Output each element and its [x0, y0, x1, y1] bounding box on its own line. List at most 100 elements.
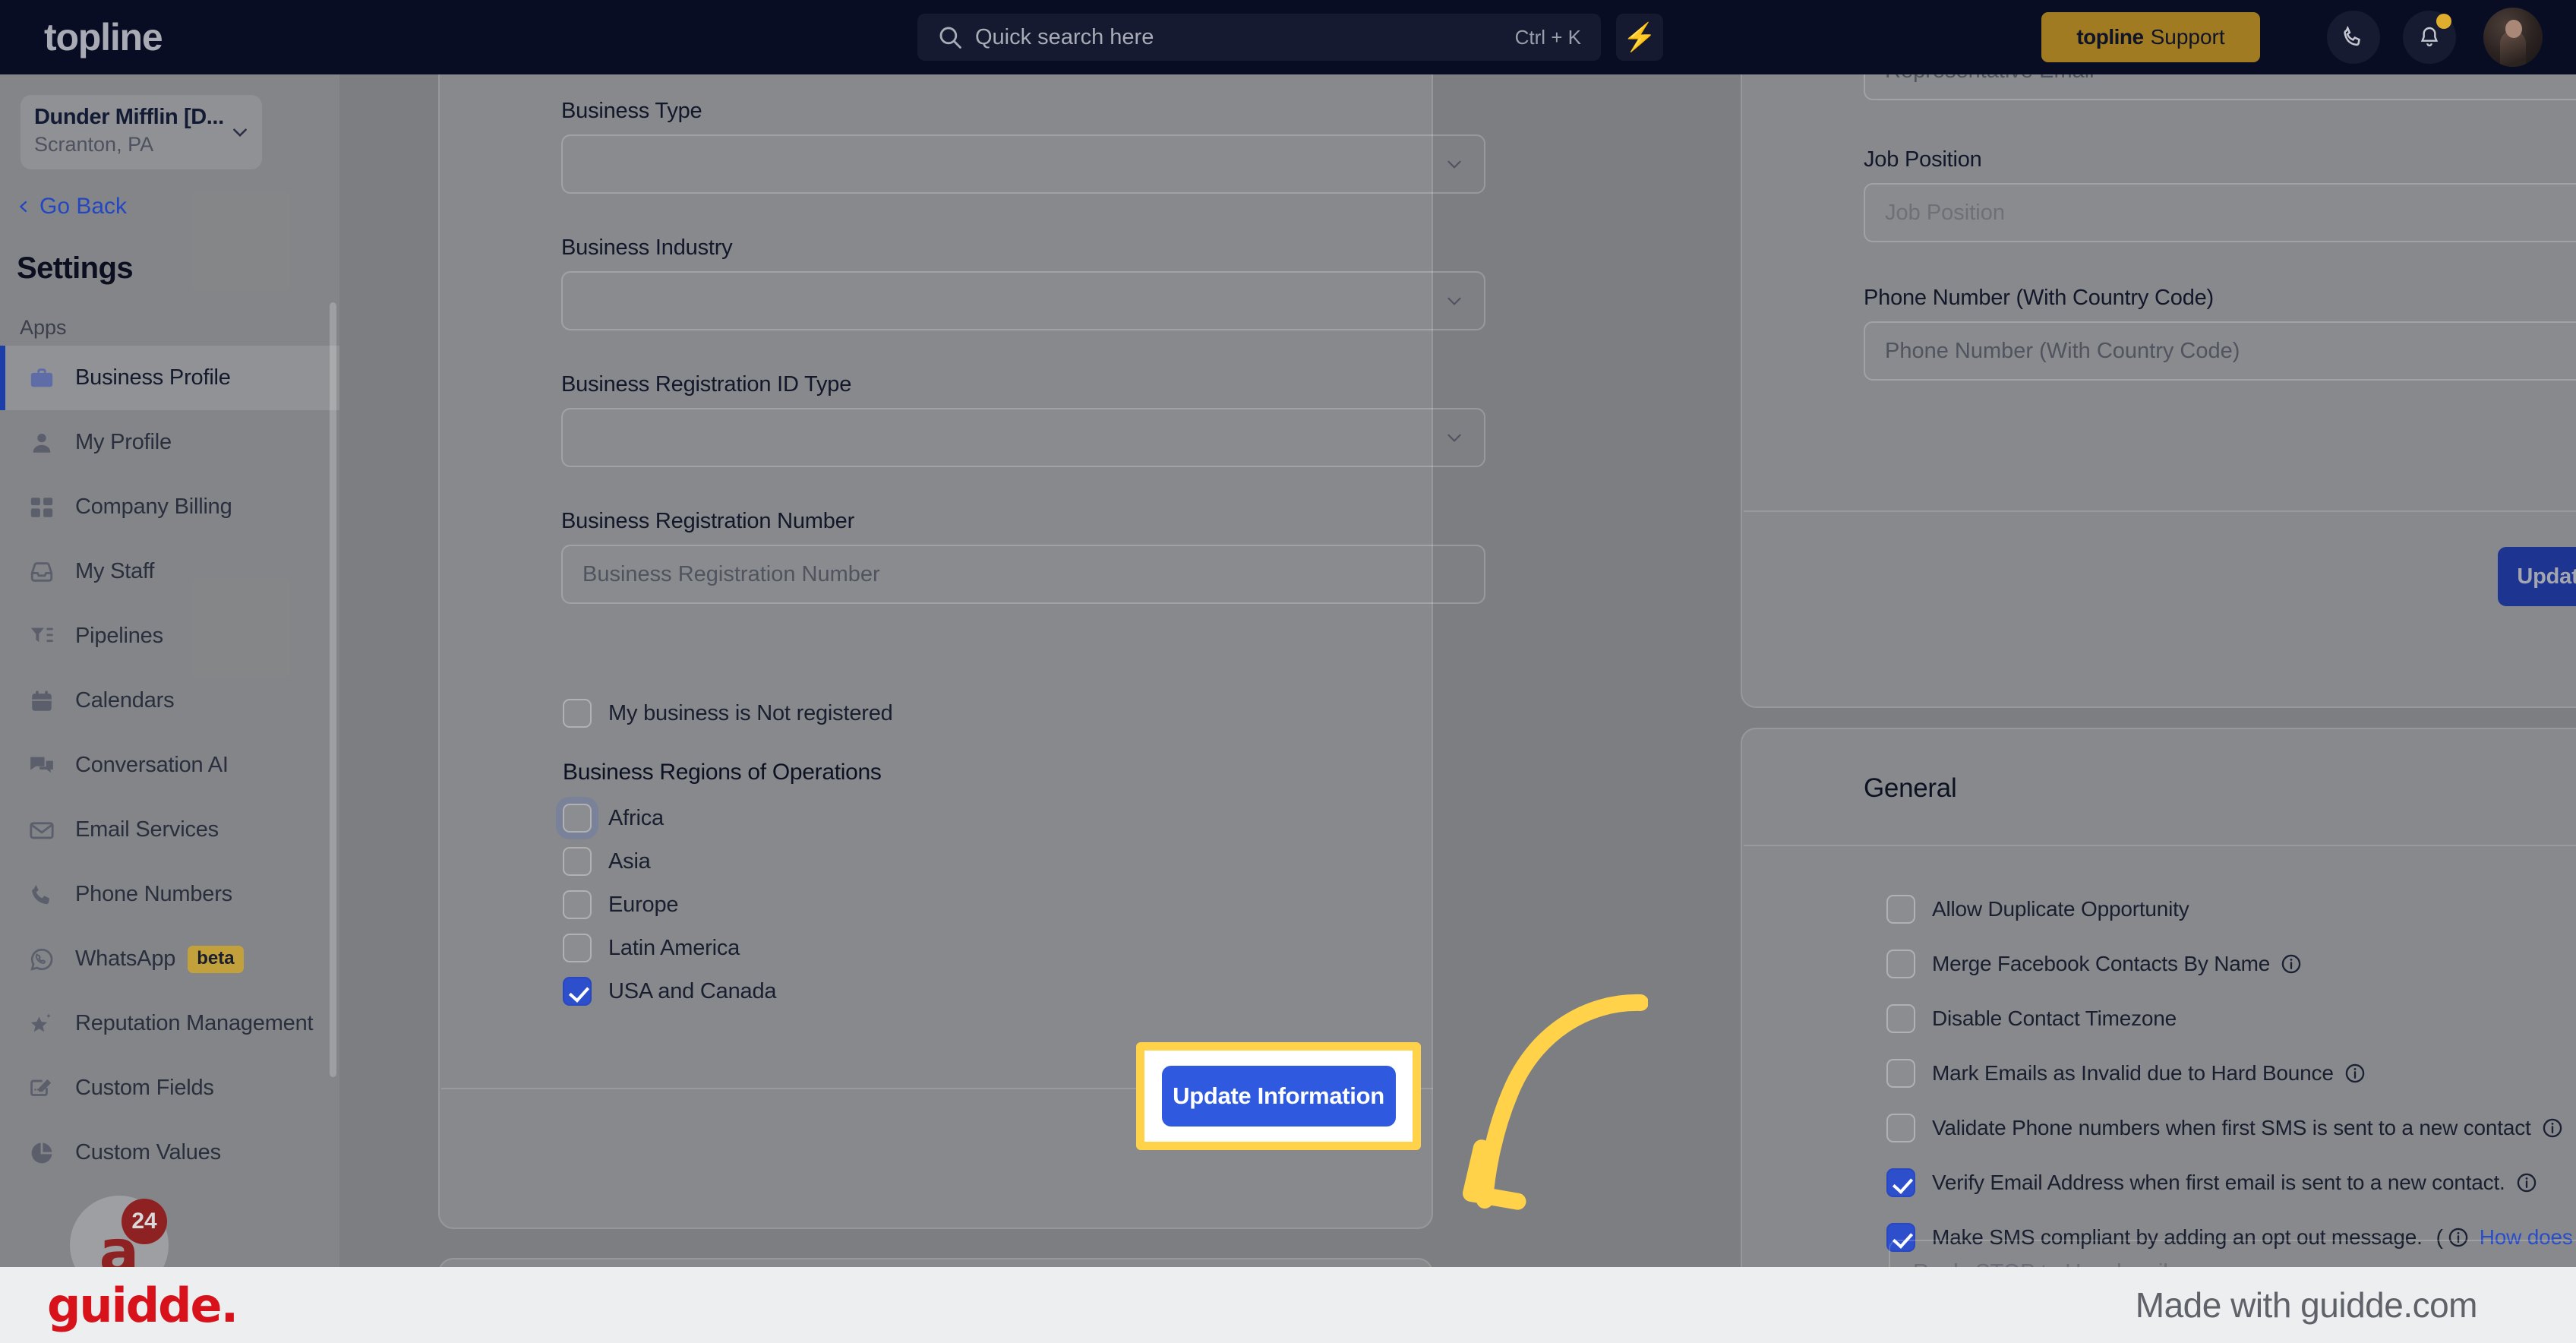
field-label: Business Industry: [561, 235, 733, 260]
sidebar-item-company-billing[interactable]: Company Billing: [0, 475, 339, 539]
sidebar-group-label: Apps: [20, 316, 67, 339]
star-icon: [30, 1013, 51, 1032]
checkbox-mark-emails-invalid-hard-bounce[interactable]: Mark Emails as Invalid due to Hard Bounc…: [1886, 1059, 2366, 1088]
sidebar-item-calendars[interactable]: Calendars: [0, 668, 339, 733]
checkbox-region-latin-america[interactable]: Latin America: [563, 934, 740, 962]
checkbox-region-africa[interactable]: Africa: [563, 804, 664, 833]
phone-number-input[interactable]: Phone Number (With Country Code): [1864, 321, 2576, 381]
checkbox-label: Africa: [608, 805, 664, 830]
quick-actions-button[interactable]: ⚡: [1616, 14, 1663, 61]
sidebar-item-pipelines[interactable]: Pipelines: [0, 604, 339, 668]
info-icon[interactable]: [2516, 1172, 2537, 1193]
checkbox-box[interactable]: [563, 890, 592, 919]
checkbox-disable-contact-timezone[interactable]: Disable Contact Timezone: [1886, 1004, 2177, 1033]
user-avatar[interactable]: [2483, 8, 2543, 67]
checkbox-verify-email-address[interactable]: Verify Email Address when first email is…: [1886, 1168, 2537, 1197]
phone-icon: [32, 884, 50, 904]
notification-indicator-dot: [2436, 14, 2451, 29]
sidebar-item-email-services[interactable]: Email Services: [0, 798, 339, 862]
inbox-icon: [30, 561, 53, 582]
app-logo[interactable]: topline: [44, 15, 163, 59]
business-registration-id-type-select[interactable]: [561, 408, 1485, 467]
sidebar-item-reputation-management[interactable]: Reputation Management: [0, 991, 339, 1056]
business-industry-select[interactable]: [561, 271, 1485, 330]
checkbox-label: Latin America: [608, 935, 740, 960]
checkbox-validate-phone-numbers[interactable]: Validate Phone numbers when first SMS is…: [1886, 1114, 2563, 1142]
sidebar-item-whatsapp[interactable]: WhatsApp beta: [0, 927, 339, 991]
highlight-inner: Update Information: [1144, 1051, 1413, 1142]
pie-chart-icon: [31, 1142, 52, 1163]
checkbox-label: My business is Not registered: [608, 700, 893, 725]
field-label: Business Registration Number: [561, 509, 855, 533]
organization-name: Dunder Mifflin [D...: [34, 105, 224, 129]
sidebar-item-label: Business Profile: [75, 365, 231, 390]
field-placeholder: Representative Email: [1885, 74, 2095, 84]
field-label: Business Type: [561, 99, 702, 123]
field-job-position: Job Position Job Position: [1864, 147, 2576, 242]
sidebar-item-phone-numbers[interactable]: Phone Numbers: [0, 862, 339, 927]
field-business-type: Business Type: [561, 99, 1485, 194]
update-information-button-representative[interactable]: Update Information: [2498, 547, 2576, 606]
business-registration-number-input[interactable]: Business Registration Number: [561, 545, 1485, 604]
sidebar-item-custom-values[interactable]: Custom Values: [0, 1120, 339, 1185]
chat-unread-badge: 24: [122, 1199, 167, 1244]
checkbox-box[interactable]: [563, 804, 592, 833]
checkbox-not-registered[interactable]: My business is Not registered: [563, 699, 893, 728]
sidebar-item-business-profile[interactable]: Business Profile: [0, 346, 339, 410]
representative-email-input[interactable]: Representative Email: [1864, 74, 2576, 100]
checkbox-box[interactable]: [563, 847, 592, 876]
job-position-select[interactable]: Job Position: [1864, 183, 2576, 242]
go-back-link[interactable]: Go Back: [17, 194, 339, 220]
info-icon[interactable]: [2344, 1063, 2366, 1084]
search-shortcut-hint: Ctrl + K: [1514, 25, 1581, 49]
sidebar-item-label: WhatsApp: [75, 946, 176, 971]
checkbox-box[interactable]: [1886, 1059, 1915, 1088]
call-voicemail-settings-card: Call & Voicemail Settings: [438, 1258, 1433, 1267]
checkbox-box[interactable]: [1886, 1168, 1915, 1197]
checkbox-region-europe[interactable]: Europe: [563, 890, 679, 919]
business-type-select[interactable]: [561, 134, 1485, 194]
sidebar-item-conversation-ai[interactable]: Conversation AI: [0, 733, 339, 798]
checkbox-box[interactable]: [1886, 1004, 1915, 1033]
checkbox-box[interactable]: [563, 934, 592, 962]
info-icon[interactable]: [2281, 953, 2302, 975]
checkbox-box[interactable]: [1886, 1114, 1915, 1142]
checkbox-box[interactable]: [563, 699, 592, 728]
checkbox-box[interactable]: [1886, 895, 1915, 924]
phone-button[interactable]: [2327, 11, 2380, 64]
sidebar-nav: Business Profile My Profile Company Bill…: [0, 346, 339, 1185]
checkbox-label: Mark Emails as Invalid due to Hard Bounc…: [1932, 1061, 2334, 1085]
global-search-bar[interactable]: Quick search here Ctrl + K: [917, 14, 1601, 61]
chevron-down-icon: [1447, 434, 1461, 442]
app-window: topline Quick search here Ctrl + K ⚡ top…: [0, 0, 2576, 1343]
notifications-button[interactable]: [2403, 11, 2456, 64]
search-icon: [939, 27, 961, 49]
opt-out-message-input[interactable]: Reply STOP to Unsubscribe Customize: [1889, 1240, 2576, 1267]
field-placeholder: Business Registration Number: [582, 561, 880, 586]
sidebar-scrollbar[interactable]: [330, 302, 336, 1077]
footer-tagline: Made with guidde.com: [2135, 1285, 2478, 1325]
field-business-industry: Business Industry: [561, 235, 1485, 330]
topline-support-button[interactable]: topline Support: [2041, 12, 2260, 62]
sidebar-item-custom-fields[interactable]: Custom Fields: [0, 1056, 339, 1120]
checkbox-box[interactable]: [563, 977, 592, 1006]
sidebar-item-my-profile[interactable]: My Profile: [0, 410, 339, 475]
field-placeholder: Phone Number (With Country Code): [1885, 338, 2240, 363]
sidebar-item-label: Calendars: [75, 688, 175, 713]
general-settings-card: General Allow Duplicate Opportunity Merg…: [1741, 728, 2576, 1267]
checkbox-allow-duplicate-opportunity[interactable]: Allow Duplicate Opportunity: [1886, 895, 2189, 924]
support-chat-widget[interactable]: a 24: [70, 1196, 169, 1267]
info-icon[interactable]: [2542, 1117, 2563, 1139]
checkbox-region-asia[interactable]: Asia: [563, 847, 651, 876]
card-divider: [1744, 510, 2576, 512]
checkbox-merge-facebook-contacts[interactable]: Merge Facebook Contacts By Name: [1886, 950, 2302, 978]
search-input[interactable]: Quick search here: [975, 25, 1515, 50]
update-information-button-business[interactable]: Update Information: [1161, 1066, 1396, 1127]
highlight-box: Update Information: [1136, 1042, 1421, 1150]
sidebar-item-my-staff[interactable]: My Staff: [0, 539, 339, 604]
checkbox-box[interactable]: [1886, 950, 1915, 978]
organization-selector[interactable]: Dunder Mifflin [D... Scranton, PA: [21, 95, 262, 169]
checkbox-region-usa-canada[interactable]: USA and Canada: [563, 977, 777, 1006]
callout-arrow-icon: [1463, 994, 1648, 1210]
checkbox-label: Europe: [608, 892, 679, 917]
